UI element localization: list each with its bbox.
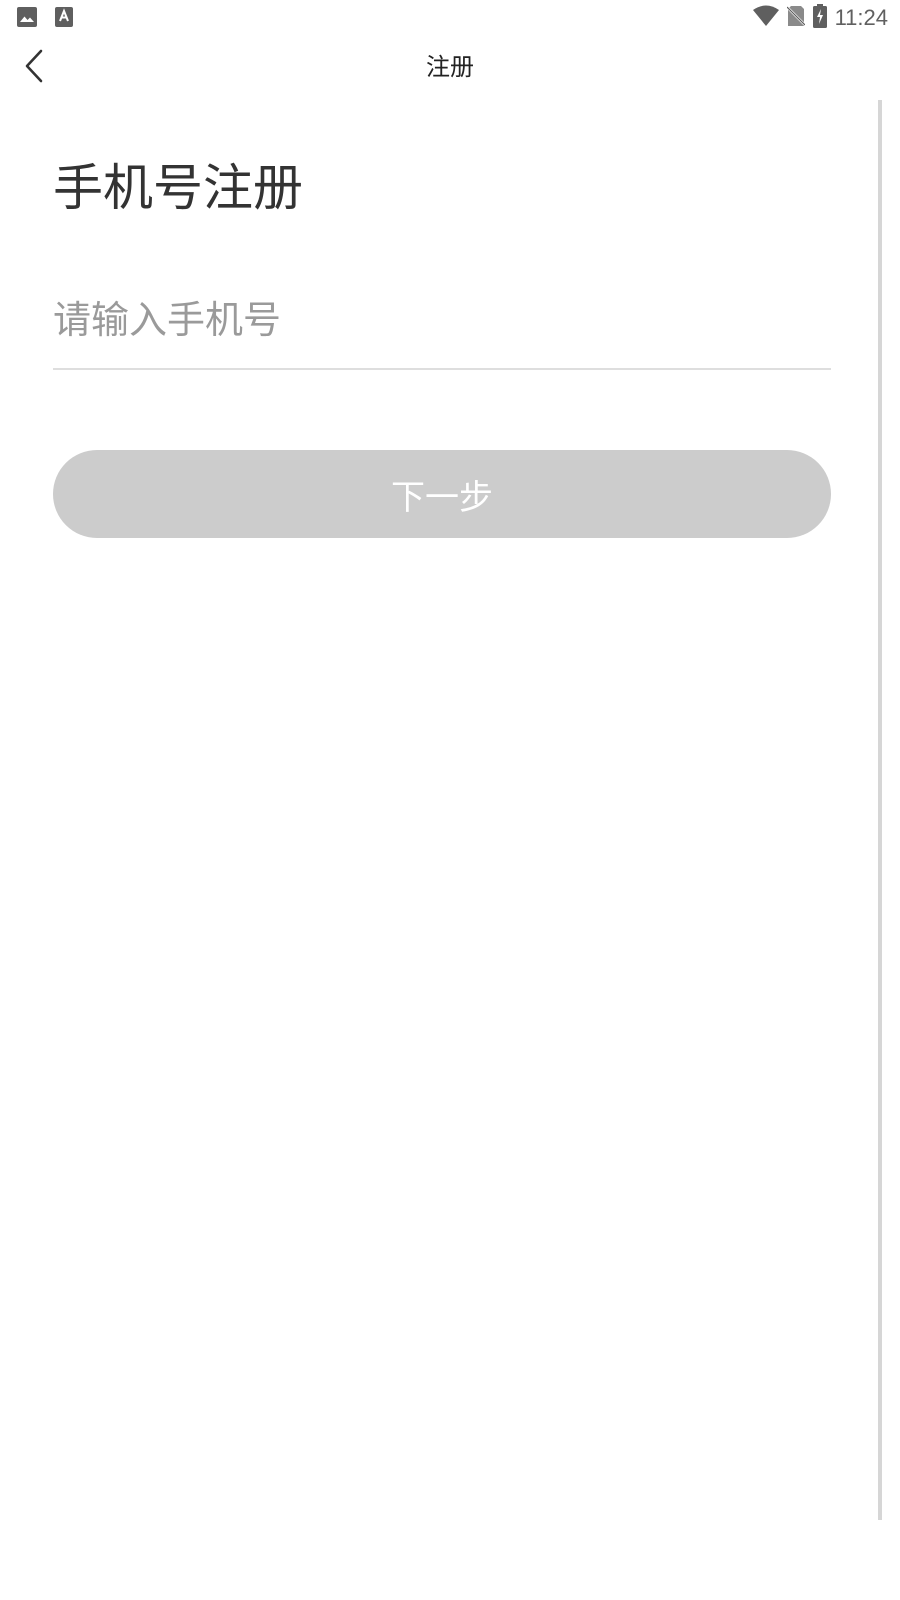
no-sim-icon [785, 5, 806, 31]
battery-charging-icon [812, 4, 827, 32]
phone-field [53, 282, 831, 370]
next-step-button[interactable]: 下一步 [53, 450, 831, 538]
status-bar: 11:24 [0, 0, 900, 36]
register-screen: 11:24 注册 手机号注册 下一步 [0, 0, 900, 1600]
register-heading: 手机号注册 [53, 159, 303, 217]
status-time: 11:24 [834, 5, 888, 30]
gallery-icon [17, 7, 37, 31]
wifi-icon [752, 5, 779, 31]
page-title: 注册 [426, 53, 474, 81]
status-left-icons [17, 7, 73, 31]
phone-input[interactable] [53, 282, 831, 358]
top-bar: 注册 [0, 36, 900, 100]
scroll-edge [878, 100, 882, 1520]
keyboard-a-icon [55, 7, 73, 31]
status-right-icons: 11:24 [752, 4, 888, 32]
